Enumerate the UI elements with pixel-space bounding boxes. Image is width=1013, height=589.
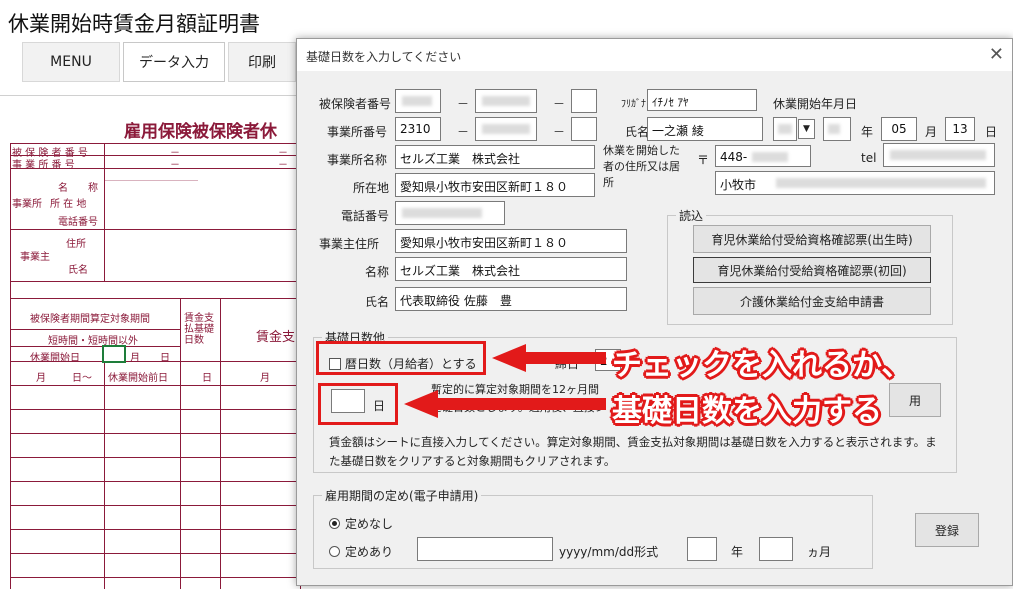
annotation-arrows bbox=[404, 344, 606, 418]
arrow-to-checkbox bbox=[492, 344, 606, 372]
annotation-line-1: チェックを入れるか、 bbox=[612, 348, 912, 383]
arrow-to-base-days bbox=[404, 390, 606, 418]
annotation-line-2: 基礎日数を入力する bbox=[612, 394, 882, 429]
